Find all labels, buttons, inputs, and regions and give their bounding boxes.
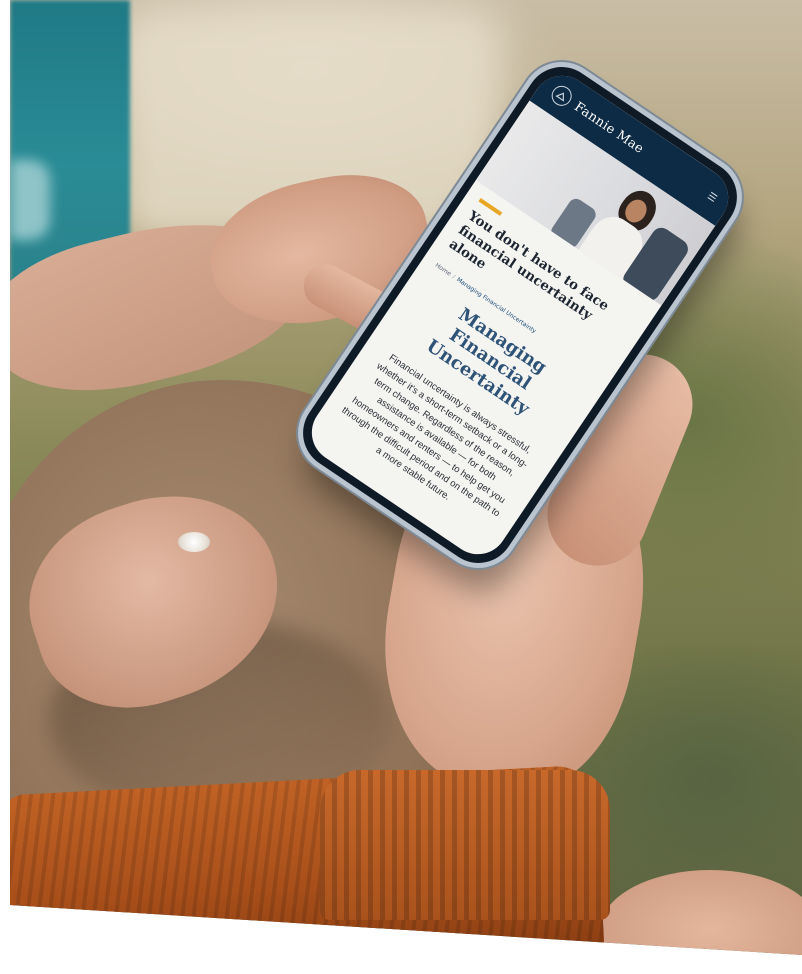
- knee: [600, 870, 802, 955]
- menu-button[interactable]: ☰: [705, 190, 719, 204]
- chair-highlight: [10, 160, 50, 240]
- breadcrumb-home[interactable]: Home: [434, 262, 453, 278]
- menu-icon[interactable]: ☰: [705, 190, 719, 204]
- sweater-cuff: [320, 770, 610, 920]
- fannie-mae-logo-icon[interactable]: [547, 81, 576, 110]
- background-photo: Fannie Mae ☰ You don't have to face fina…: [10, 0, 802, 955]
- ring: [178, 532, 210, 552]
